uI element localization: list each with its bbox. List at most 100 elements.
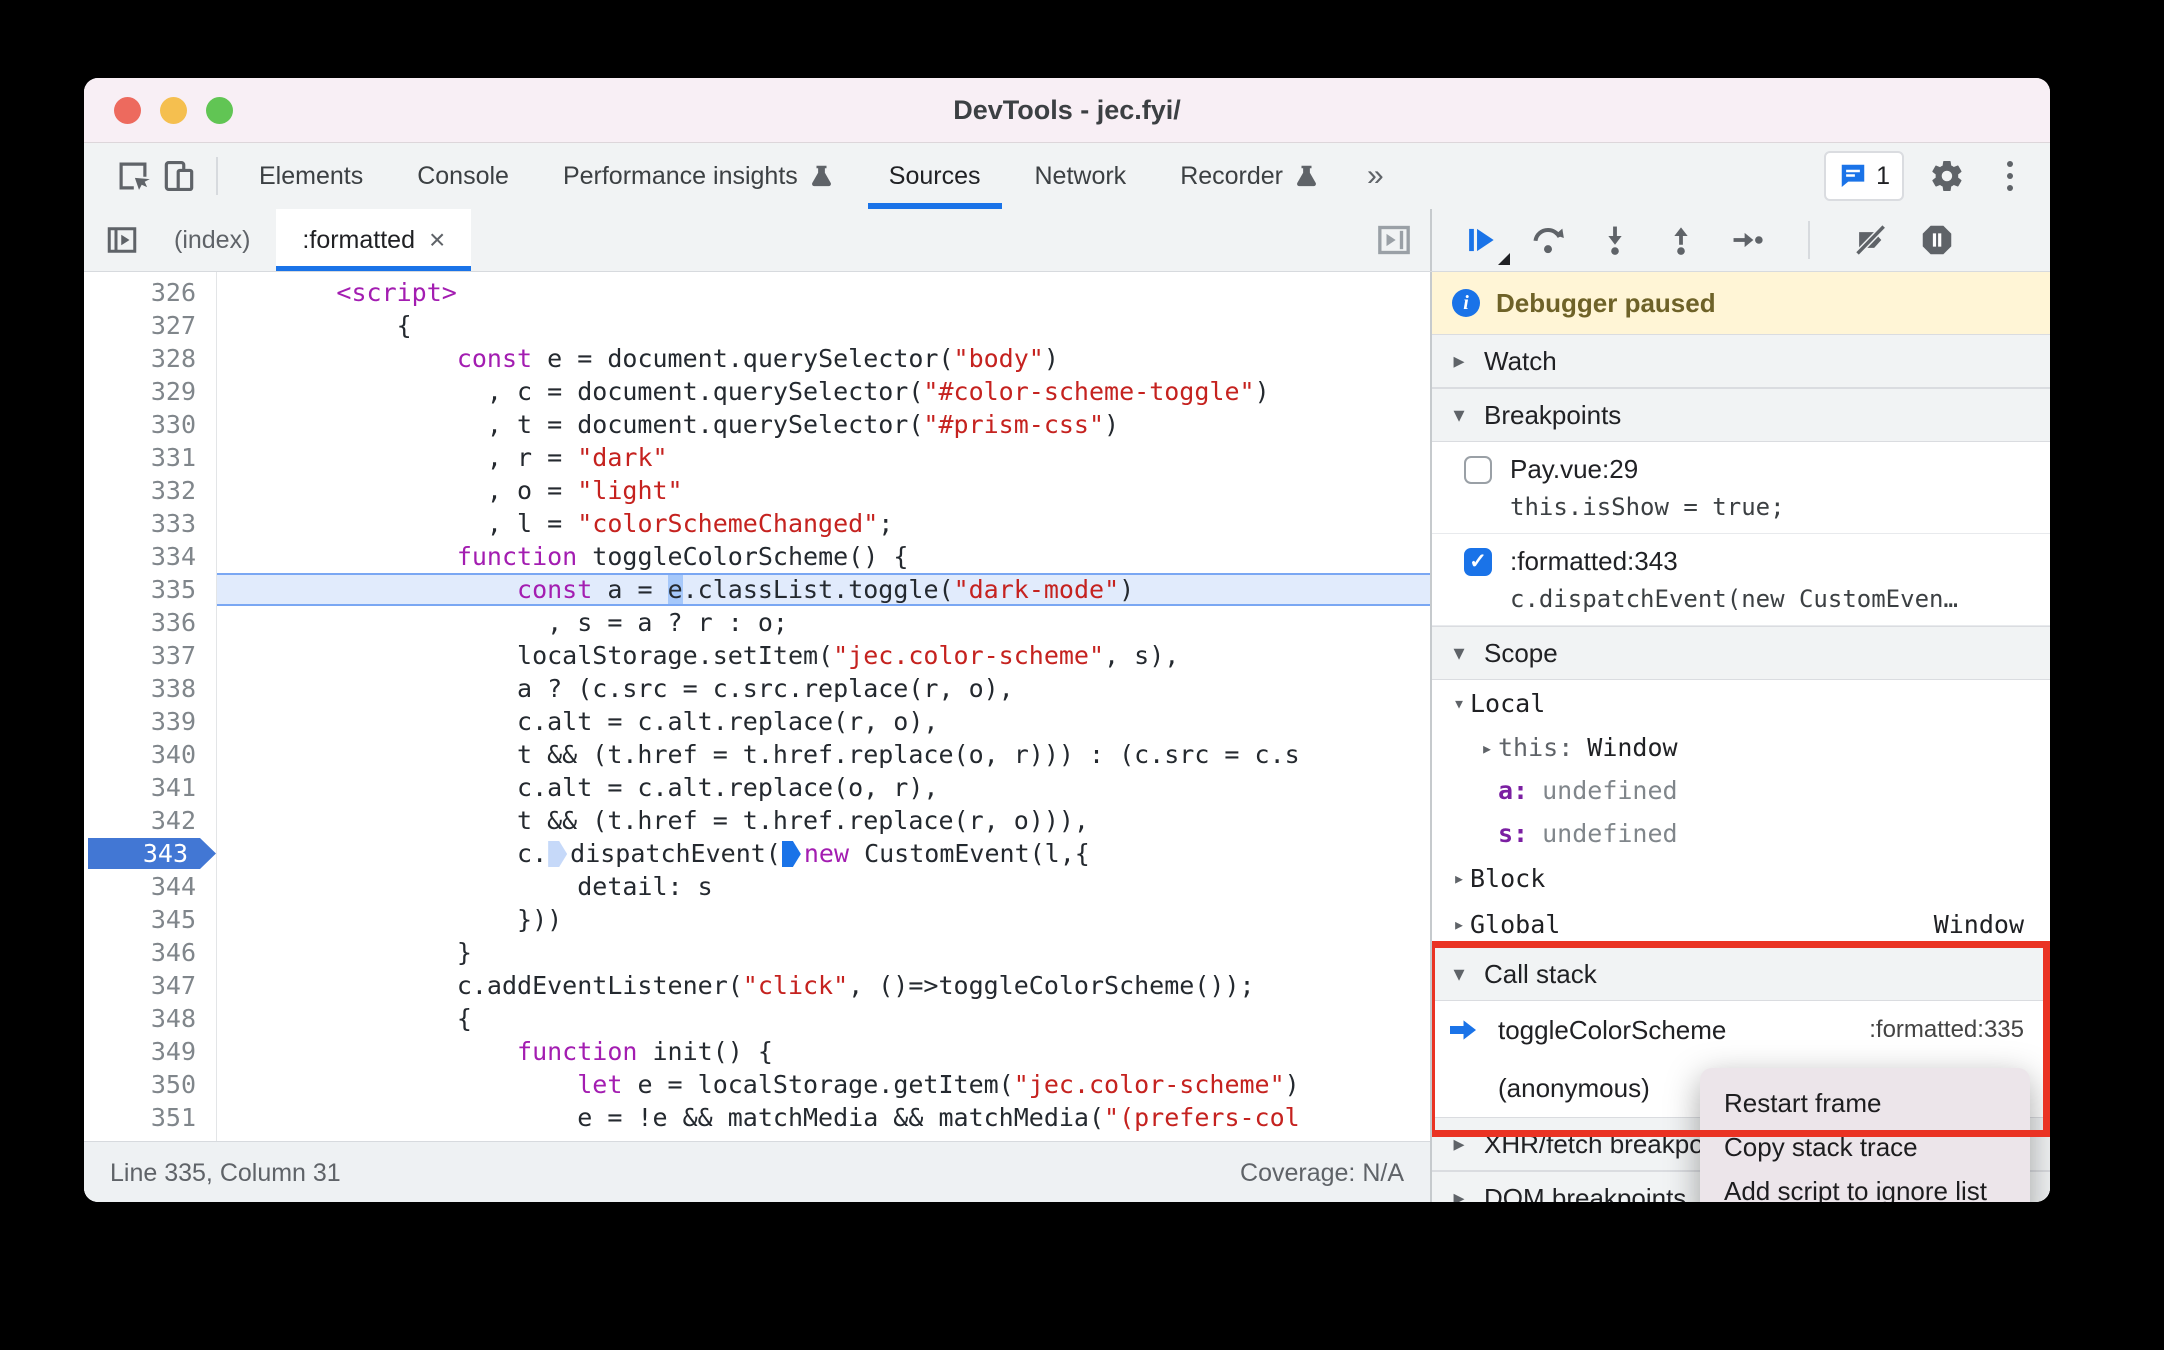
code-text[interactable]: c.alt = c.alt.replace(o, r), <box>216 771 1430 804</box>
scope-variable[interactable]: ▸ this: Window <box>1432 726 2050 769</box>
gutter-line-number[interactable]: 340 <box>84 738 216 771</box>
scope-group-local[interactable]: ▾ Local <box>1432 680 2050 726</box>
section-call-stack[interactable]: ▾ Call stack <box>1432 947 2050 1001</box>
code-editor[interactable]: 326 <script> 327 {328 const e = document.… <box>84 272 1430 1141</box>
code-text[interactable]: , t = document.querySelector("#prism-css… <box>216 408 1430 441</box>
resume-script-button[interactable] <box>1462 221 1510 265</box>
code-text[interactable]: , s = a ? r : o; <box>216 606 1430 639</box>
gutter-line-number[interactable]: 349 <box>84 1035 216 1068</box>
context-menu: Restart frame Copy stack trace Add script … <box>1700 1068 2030 1202</box>
gutter-line-number[interactable]: 326 <box>84 276 216 309</box>
code-text[interactable]: } <box>216 936 1430 969</box>
code-text[interactable]: detail: s <box>216 870 1430 903</box>
step-over-button[interactable] <box>1528 220 1568 260</box>
step-out-button[interactable] <box>1662 221 1700 259</box>
code-text[interactable]: , l = "colorSchemeChanged"; <box>216 507 1430 540</box>
gutter-line-number[interactable]: 336 <box>84 606 216 639</box>
gutter-line-number[interactable]: 344 <box>84 870 216 903</box>
code-text[interactable]: c. dispatchEvent(new CustomEvent(l,{ <box>216 837 1430 870</box>
gutter-line-number[interactable]: 339 <box>84 705 216 738</box>
menu-item-restart-frame[interactable]: Restart frame <box>1700 1081 2030 1125</box>
code-text[interactable]: function toggleColorScheme() { <box>216 540 1430 573</box>
scope-list: ▾ Local ▸ this: Window a: undefined s: undefined… <box>1432 680 2050 947</box>
tab-console[interactable]: Console <box>390 143 536 209</box>
gutter-line-number[interactable]: 351 <box>84 1101 216 1134</box>
gutter-line-number[interactable]: 347 <box>84 969 216 1002</box>
file-tab-formatted[interactable]: :formatted × <box>276 209 472 271</box>
close-tab-icon[interactable]: × <box>429 224 445 256</box>
tab-elements[interactable]: Elements <box>232 143 390 209</box>
code-text[interactable]: localStorage.setItem("jec.color-scheme",… <box>216 639 1430 672</box>
menu-item-copy-stack-trace[interactable]: Copy stack trace <box>1700 1125 2030 1169</box>
info-icon: i <box>1452 289 1480 317</box>
chevron-down-icon: ▾ <box>1453 640 1465 665</box>
gutter-line-number[interactable]: 342 <box>84 804 216 837</box>
code-text[interactable]: const e = document.querySelector("body") <box>216 342 1430 375</box>
gutter-line-number[interactable]: 332 <box>84 474 216 507</box>
frame-function-name: (anonymous) <box>1498 1072 1650 1103</box>
settings-gear-icon[interactable] <box>1924 153 1970 199</box>
tab-network[interactable]: Network <box>1008 143 1154 209</box>
breakpoint-checkbox[interactable]: ✓ <box>1464 547 1492 576</box>
gutter-line-number[interactable]: 330 <box>84 408 216 441</box>
section-watch[interactable]: ▸ Watch <box>1432 334 2050 388</box>
scope-group-global[interactable]: ▸ Global Window <box>1432 901 2050 947</box>
customize-menu-icon[interactable] <box>1990 161 2030 191</box>
code-text[interactable]: t && (t.href = t.href.replace(r, o))), <box>216 804 1430 837</box>
code-text[interactable]: { <box>216 1002 1430 1035</box>
breakpoint-location: :formatted:343 <box>1510 546 1678 576</box>
gutter-line-number[interactable]: 328 <box>84 342 216 375</box>
breakpoint-checkbox[interactable] <box>1464 455 1492 484</box>
tab-recorder[interactable]: Recorder <box>1153 143 1347 209</box>
breakpoint-arrow-marker[interactable]: 343 <box>88 838 216 869</box>
gutter-line-number[interactable]: 327 <box>84 309 216 342</box>
code-text[interactable]: t && (t.href = t.href.replace(o, r))) : … <box>216 738 1430 771</box>
more-tabs-chevron[interactable]: » <box>1347 159 1404 193</box>
code-text[interactable]: , o = "light" <box>216 474 1430 507</box>
code-text[interactable]: c.addEventListener("click", ()=>toggleCo… <box>216 969 1430 1002</box>
code-text[interactable]: c.alt = c.alt.replace(r, o), <box>216 705 1430 738</box>
gutter-line-number[interactable]: 346 <box>84 936 216 969</box>
tab-sources[interactable]: Sources <box>862 143 1008 209</box>
code-text[interactable]: function init() { <box>216 1035 1430 1068</box>
gutter-line-number[interactable]: 329 <box>84 375 216 408</box>
menu-item-add-script-to-ignore-list[interactable]: Add script to ignore list <box>1700 1169 2030 1202</box>
code-text[interactable]: a ? (c.src = c.src.replace(r, o), <box>216 672 1430 705</box>
gutter-line-number[interactable]: 343 <box>84 837 216 870</box>
scope-group-block[interactable]: ▸ Block <box>1432 855 2050 901</box>
code-text[interactable]: , c = document.querySelector("#color-sch… <box>216 375 1430 408</box>
gutter-line-number[interactable]: 345 <box>84 903 216 936</box>
section-scope[interactable]: ▾ Scope <box>1432 626 2050 680</box>
pause-on-exceptions-button[interactable] <box>1918 221 1956 259</box>
code-text[interactable]: })) <box>216 903 1430 936</box>
code-text[interactable]: { <box>216 309 1430 342</box>
step-into-button[interactable] <box>1596 221 1634 259</box>
deactivate-breakpoints-button[interactable] <box>1852 221 1890 259</box>
gutter-line-number[interactable]: 331 <box>84 441 216 474</box>
file-tab-index[interactable]: (index) <box>148 209 276 271</box>
gutter-line-number[interactable]: 337 <box>84 639 216 672</box>
gutter-line-number[interactable]: 335 <box>84 573 216 606</box>
step-button[interactable] <box>1728 221 1766 259</box>
section-breakpoints[interactable]: ▾ Breakpoints <box>1432 388 2050 442</box>
gutter-line-number[interactable]: 338 <box>84 672 216 705</box>
sidebar-toggle-right-icon[interactable] <box>1374 209 1414 271</box>
gutter-line-number[interactable]: 333 <box>84 507 216 540</box>
code-text[interactable]: let e = localStorage.getItem("jec.color-… <box>216 1068 1430 1101</box>
continue-to-marker-filled-icon[interactable] <box>781 841 801 867</box>
tab-performance-insights[interactable]: Performance insights <box>536 143 862 209</box>
device-toolbar-icon[interactable] <box>156 153 202 199</box>
navigator-toggle-icon[interactable] <box>104 209 140 271</box>
code-text[interactable]: e = !e && matchMedia && matchMedia("(pre… <box>216 1101 1430 1134</box>
gutter-line-number[interactable]: 348 <box>84 1002 216 1035</box>
continue-to-marker-outline-icon[interactable] <box>548 841 568 867</box>
code-text[interactable]: <script> <box>216 276 1430 309</box>
call-stack-frame[interactable]: toggleColorScheme:formatted:335 <box>1432 1001 2050 1059</box>
gutter-line-number[interactable]: 350 <box>84 1068 216 1101</box>
console-messages-badge[interactable]: 1 <box>1824 151 1904 201</box>
code-text[interactable]: const a = e.classList.toggle("dark-mode"… <box>216 573 1430 606</box>
code-text[interactable]: , r = "dark" <box>216 441 1430 474</box>
inspect-icon[interactable] <box>110 153 156 199</box>
gutter-line-number[interactable]: 341 <box>84 771 216 804</box>
gutter-line-number[interactable]: 334 <box>84 540 216 573</box>
